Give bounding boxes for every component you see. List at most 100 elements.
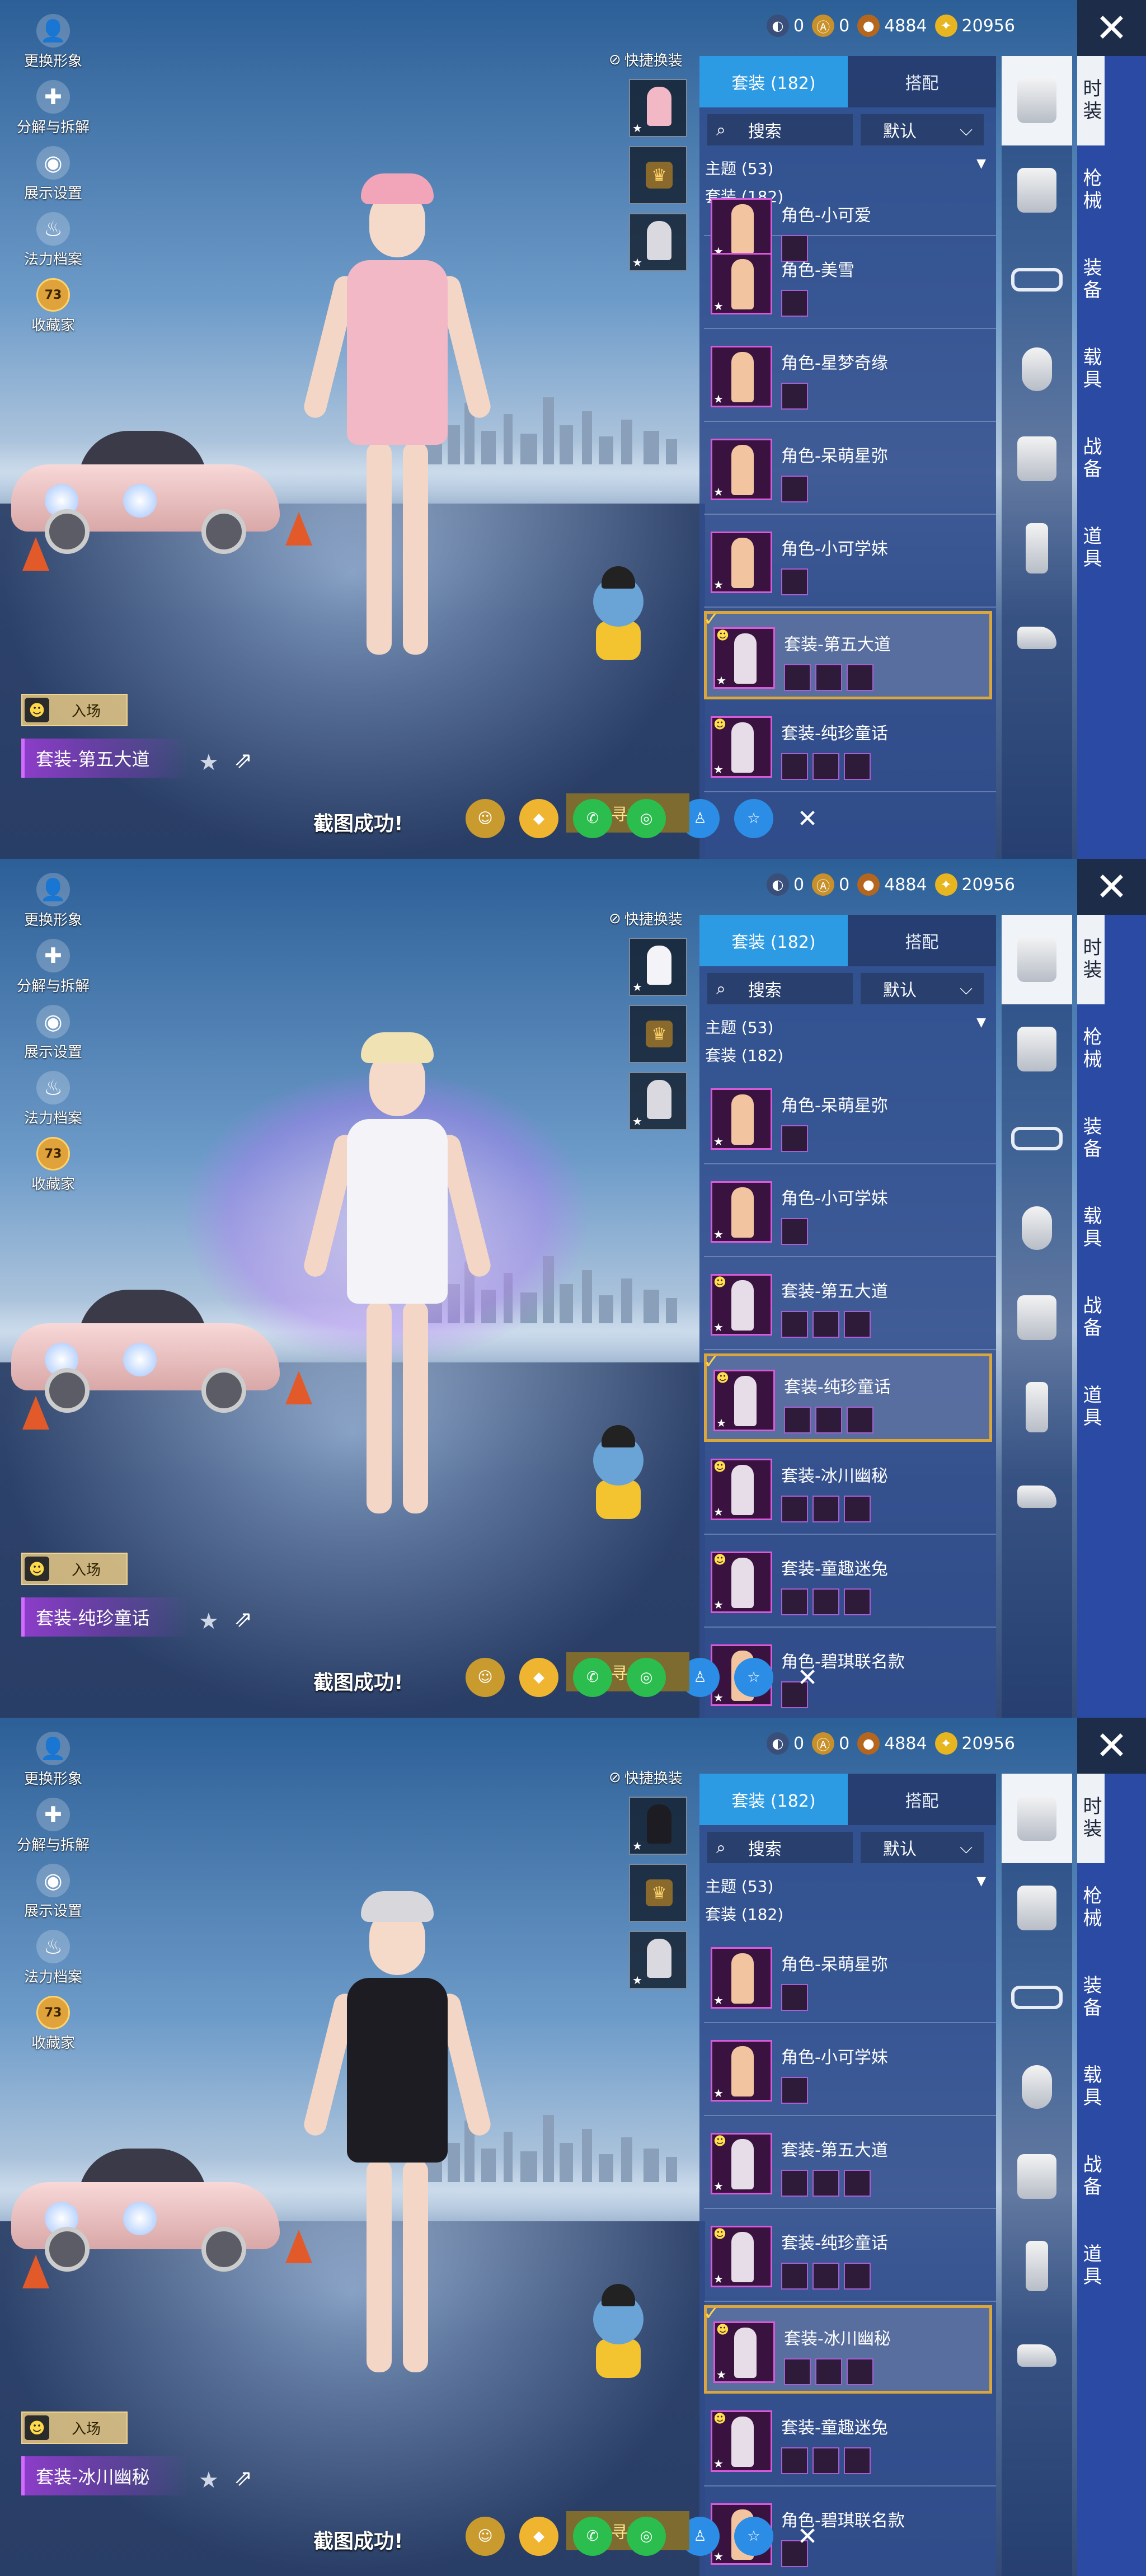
nav-item[interactable]: 载具 xyxy=(1077,325,1105,414)
nav-item[interactable]: 道具 xyxy=(1077,504,1105,593)
nav-item[interactable]: 战备 xyxy=(1077,2132,1105,2221)
peace-elite-icon[interactable]: ◆ xyxy=(519,1658,558,1697)
peace-elite-icon[interactable]: ◆ xyxy=(519,799,558,838)
list-item[interactable]: ★ ☻ 套装-纯珍童话 xyxy=(704,703,996,792)
tab-outfits[interactable]: 套装 (182) xyxy=(699,56,848,107)
close-share-icon[interactable]: ✕ xyxy=(788,1658,827,1697)
list-item[interactable]: ★ ☻ 套装-童趣迷兔 xyxy=(704,2397,996,2486)
left-menu-item[interactable]: ♨ 法力档案 xyxy=(11,1930,95,1996)
quick-change-title[interactable]: ⊘ 快捷换装 xyxy=(609,1767,693,1788)
category-glasses[interactable] xyxy=(1002,1094,1072,1183)
category-mask[interactable] xyxy=(1002,2042,1072,2132)
quick-slot[interactable]: ★ xyxy=(629,1797,687,1855)
category-glasses[interactable] xyxy=(1002,1953,1072,2042)
left-menu-item[interactable]: 73 收藏家 xyxy=(11,1137,95,1203)
nav-item[interactable]: 枪械 xyxy=(1077,1004,1105,1094)
nav-item[interactable]: 装备 xyxy=(1077,1094,1105,1183)
tab-outfits[interactable]: 套装 (182) xyxy=(699,1774,848,1825)
qzone-icon[interactable]: ☆ xyxy=(734,1658,773,1697)
game-circle-icon[interactable]: ☺ xyxy=(466,1658,505,1697)
category-outfit[interactable] xyxy=(1002,56,1072,145)
tab-outfits[interactable]: 套装 (182) xyxy=(699,915,848,966)
nav-item[interactable]: 时装 xyxy=(1077,1774,1105,1863)
nav-item[interactable]: 时装 xyxy=(1077,56,1105,145)
tab-match[interactable]: 搭配 xyxy=(848,915,996,966)
category-shoes[interactable] xyxy=(1002,2311,1072,2400)
nav-item[interactable]: 载具 xyxy=(1077,1183,1105,1273)
left-menu-item[interactable]: ✚ 分解与拆解 xyxy=(11,939,95,1005)
wechat-icon[interactable]: ✆ xyxy=(573,2517,612,2556)
list-item[interactable]: ★ ☻ ✓ 套装-冰川幽秘 xyxy=(703,2302,992,2394)
nav-item[interactable]: 装备 xyxy=(1077,235,1105,325)
list-item[interactable]: ★ ☻ ✓ 套装-第五大道 xyxy=(703,608,992,699)
tab-match[interactable]: 搭配 xyxy=(848,1774,996,1825)
theme-filter[interactable]: 主题 (53) ▼ xyxy=(699,1870,996,1897)
category-outfit[interactable] xyxy=(1002,1774,1072,1863)
list-item[interactable]: ★ ☻ 套装-纯珍童话 xyxy=(704,2212,996,2302)
star-icon[interactable]: ★ xyxy=(199,1609,219,1634)
category-hat[interactable] xyxy=(1002,145,1072,235)
moments-icon[interactable]: ◎ xyxy=(627,799,666,838)
game-circle-icon[interactable]: ☺ xyxy=(466,799,505,838)
theme-filter[interactable]: 主题 (53) ▼ xyxy=(699,152,996,179)
entry-button[interactable]: ☻ 入场 xyxy=(21,694,128,726)
sort-dropdown[interactable]: 默认 ⌵ xyxy=(861,114,984,145)
category-top[interactable] xyxy=(1002,2132,1072,2221)
list-item[interactable]: ★ ☻ 套装-冰川幽秘 xyxy=(704,1445,996,1535)
category-hat[interactable] xyxy=(1002,1004,1072,1094)
list-item[interactable]: ★ 角色-呆萌星弥 xyxy=(704,1075,996,1164)
list-item[interactable]: ★ 角色-呆萌星弥 xyxy=(704,425,996,515)
game-circle-icon[interactable]: ☺ xyxy=(466,2517,505,2556)
entry-button[interactable]: ☻ 入场 xyxy=(21,1553,128,1585)
quick-change-title[interactable]: ⊘ 快捷换装 xyxy=(609,908,693,929)
sort-dropdown[interactable]: 默认 ⌵ xyxy=(861,1832,984,1863)
close-share-icon[interactable]: ✕ xyxy=(788,2517,827,2556)
moments-icon[interactable]: ◎ xyxy=(627,1658,666,1697)
category-pants[interactable] xyxy=(1002,504,1072,593)
theme-filter[interactable]: 主题 (53) ▼ xyxy=(699,1011,996,1038)
list-item[interactable]: ★ ☻ 套装-第五大道 xyxy=(704,1261,996,1350)
category-glasses[interactable] xyxy=(1002,235,1072,325)
list-item[interactable]: ★ ☻ ✓ 套装-纯珍童话 xyxy=(703,1351,992,1442)
quick-slot[interactable]: ★ xyxy=(629,938,687,996)
left-menu-item[interactable]: 👤 更换形象 xyxy=(11,873,95,939)
nav-item[interactable]: 时装 xyxy=(1077,915,1105,1004)
category-mask[interactable] xyxy=(1002,325,1072,414)
category-hat[interactable] xyxy=(1002,1863,1072,1953)
left-menu-item[interactable]: 73 收藏家 xyxy=(11,1996,95,2062)
star-icon[interactable]: ★ xyxy=(199,2467,219,2493)
category-outfit[interactable] xyxy=(1002,915,1072,1004)
quick-slot[interactable]: ★ xyxy=(629,1931,687,1989)
list-item[interactable]: ★ 角色-星梦奇缘 xyxy=(704,332,996,422)
left-menu-item[interactable]: ✚ 分解与拆解 xyxy=(11,80,95,146)
category-mask[interactable] xyxy=(1002,1183,1072,1273)
close-share-icon[interactable]: ✕ xyxy=(788,799,827,838)
nav-item[interactable]: 枪械 xyxy=(1077,145,1105,235)
category-pants[interactable] xyxy=(1002,2221,1072,2311)
list-item[interactable]: ★ 角色-小可爱 xyxy=(704,185,996,262)
search-input[interactable]: ⌕ 搜索 xyxy=(707,973,853,1004)
wechat-icon[interactable]: ✆ xyxy=(573,799,612,838)
nav-item[interactable]: 战备 xyxy=(1077,1273,1105,1362)
share-icon[interactable]: ⇗ xyxy=(234,748,253,773)
nav-item[interactable]: 载具 xyxy=(1077,2042,1105,2132)
quick-slot[interactable]: ★ xyxy=(629,1072,687,1130)
left-menu-item[interactable]: ✚ 分解与拆解 xyxy=(11,1798,95,1864)
share-icon[interactable]: ⇗ xyxy=(234,1606,253,1632)
list-item[interactable]: ★ 角色-呆萌星弥 xyxy=(704,1934,996,2023)
nav-item[interactable]: 道具 xyxy=(1077,2221,1105,2311)
list-item[interactable]: ★ 角色-小可学妹 xyxy=(704,2027,996,2116)
left-menu-item[interactable]: 73 收藏家 xyxy=(11,278,95,344)
quick-slot[interactable]: ♛ xyxy=(629,1005,687,1063)
moments-icon[interactable]: ◎ xyxy=(627,2517,666,2556)
sort-dropdown[interactable]: 默认 ⌵ xyxy=(861,973,984,1004)
quick-change-title[interactable]: ⊘ 快捷换装 xyxy=(609,49,693,70)
entry-button[interactable]: ☻ 入场 xyxy=(21,2412,128,2444)
qzone-icon[interactable]: ☆ xyxy=(734,799,773,838)
tab-match[interactable]: 搭配 xyxy=(848,56,996,107)
quick-slot[interactable]: ♛ xyxy=(629,146,687,204)
quick-slot[interactable]: ★ xyxy=(629,213,687,271)
left-menu-item[interactable]: ◉ 展示设置 xyxy=(11,146,95,212)
category-top[interactable] xyxy=(1002,414,1072,504)
close-button[interactable]: ✕ xyxy=(1077,0,1146,56)
